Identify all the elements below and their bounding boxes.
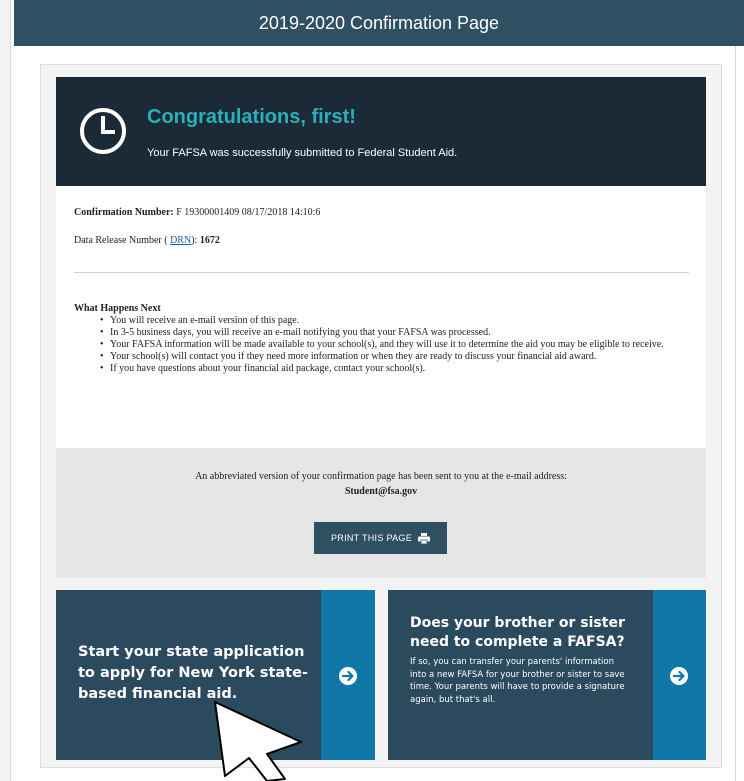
next-steps-title: What Happens Next (74, 303, 161, 314)
hero-title: Congratulations, first! (147, 106, 356, 128)
section-divider (74, 272, 689, 273)
list-item: In 3-5 business days, you will receive a… (100, 327, 700, 339)
email-notice-section (56, 448, 706, 578)
email-address: Student@fsa.gov (344, 486, 418, 497)
page-title: 2019-2020 Confirmation Page (258, 12, 500, 33)
printer-icon (418, 532, 431, 544)
list-item: Your FAFSA information will be made avai… (100, 339, 700, 351)
drn-suffix: ): (191, 235, 198, 246)
congratulations-banner (56, 77, 706, 186)
left-border (10, 0, 11, 781)
page-header: 2019-2020 Confirmation Page (14, 0, 744, 46)
data-release-number: Data Release Number ( DRN): 1672 (74, 235, 220, 246)
arrow-right-circle-icon[interactable] (669, 666, 689, 686)
confirmation-label: Confirmation Number: (74, 207, 174, 218)
print-page-button[interactable]: PRINT THIS PAGE (314, 522, 447, 554)
sibling-card-title: Does your brother or sister need to comp… (410, 615, 625, 650)
clock-icon (80, 108, 126, 154)
confirmation-number: Confirmation Number: F 19300001409 08/17… (74, 207, 320, 218)
state-card-title: Start your state application to apply fo… (78, 644, 308, 702)
list-item: Your school(s) will contact you if they … (100, 351, 700, 363)
confirmation-value: F 19300001409 08/17/2018 14:10:6 (176, 207, 321, 218)
left-margin (0, 0, 10, 781)
drn-value: 1672 (199, 235, 220, 246)
drn-prefix: Data Release Number ( (74, 235, 168, 246)
email-notice-text: An abbreviated version of your confirmat… (195, 471, 567, 482)
right-border (735, 0, 736, 781)
cursor-pointer-icon (214, 701, 302, 781)
list-item: You will receive an e-mail version of th… (100, 315, 700, 327)
hero-subtitle: Your FAFSA was successfully submitted to… (147, 147, 458, 159)
drn-link[interactable]: DRN (170, 235, 191, 246)
print-button-label: PRINT THIS PAGE (330, 533, 413, 543)
next-steps-list: You will receive an e-mail version of th… (100, 315, 700, 375)
list-item: If you have questions about your financi… (100, 363, 700, 375)
arrow-right-circle-icon[interactable] (338, 666, 358, 686)
sibling-card-body: If so, you can transfer your parents' in… (410, 657, 625, 705)
